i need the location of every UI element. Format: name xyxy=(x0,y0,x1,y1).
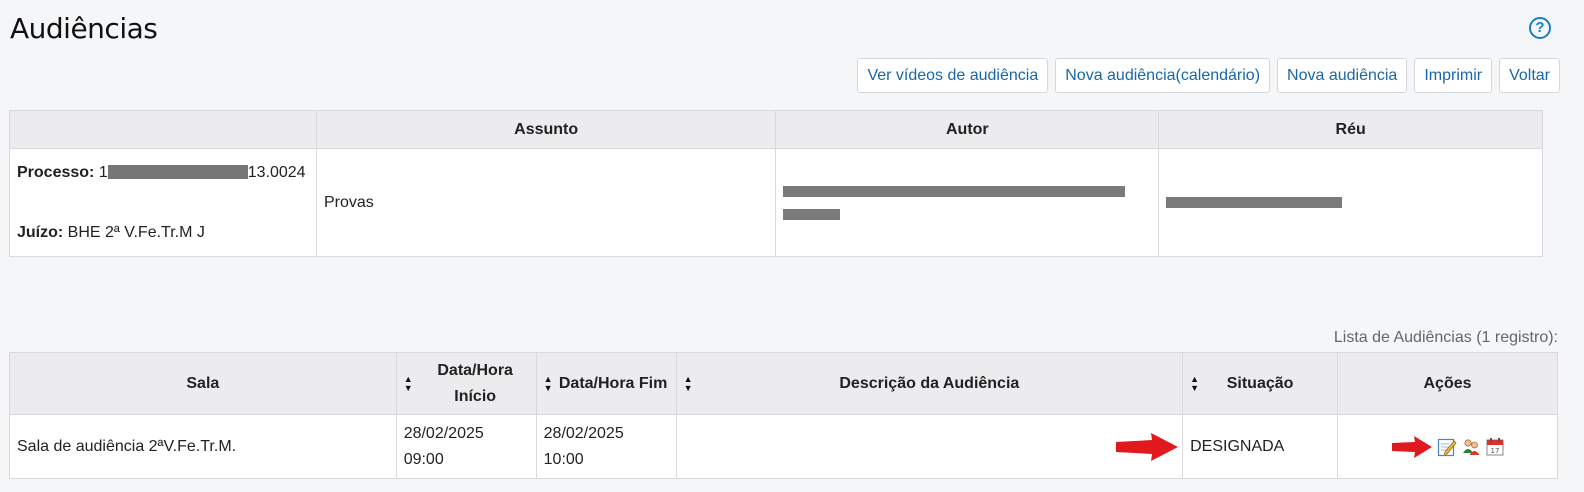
processo-label: Processo: xyxy=(17,163,95,181)
situacao-header-label: Situação xyxy=(1226,374,1294,392)
process-table: Assunto Autor Réu Processo: 1 13.0024 Juí… xyxy=(9,110,1543,257)
list-caption: Lista de Audiências (1 registro): xyxy=(1333,329,1558,346)
descricao-header[interactable]: ▲ ▼ Descrição da Audiência xyxy=(675,352,1184,415)
situacao-value: DESIGNADA xyxy=(1182,414,1339,479)
processo-suffix: 13.0024 xyxy=(247,163,306,181)
processo-prefix: 1 xyxy=(98,163,108,181)
edit-icon[interactable] xyxy=(1437,437,1457,457)
redacted-autor-line1 xyxy=(783,185,1126,197)
sala-value: Sala de audiência 2ªV.Fe.Tr.M. xyxy=(9,414,397,479)
process-header-blank xyxy=(9,110,317,149)
acoes-header: Ações xyxy=(1337,352,1558,415)
nova-audiencia-button[interactable]: Nova audiência xyxy=(1277,58,1408,93)
autor-header: Autor xyxy=(775,110,1160,149)
situacao-header[interactable]: ▲ ▼ Situação xyxy=(1182,352,1339,415)
inicio-time: 09:00 xyxy=(403,450,444,468)
fim-header[interactable]: ▲ ▼ Data/Hora Fim xyxy=(535,352,677,415)
audiencias-table: Sala ▲ ▼ Data/Hora Início ▲ ▼ Data/Hora Fi… xyxy=(9,352,1558,479)
descricao-header-label: Descrição da Audiência xyxy=(839,374,1020,392)
red-arrow-icon xyxy=(1391,435,1432,458)
fim-value: 28/02/2025 10:00 xyxy=(535,414,677,479)
fim-header-label: Data/Hora Fim xyxy=(558,374,668,392)
red-arrow-icon xyxy=(1116,432,1179,461)
process-info-cell: Processo: 1 13.0024 Juízo: BHE 2ª V.Fe.Tr… xyxy=(9,148,317,257)
table-row: Sala de audiência 2ªV.Fe.Tr.M. 28/02/202… xyxy=(9,414,1558,479)
inicio-value: 28/02/2025 09:00 xyxy=(395,414,537,479)
imprimir-button[interactable]: Imprimir xyxy=(1414,58,1493,93)
inicio-date: 28/02/2025 xyxy=(403,424,484,442)
calendar-icon[interactable]: 17 xyxy=(1485,437,1505,457)
descricao-value xyxy=(675,414,1184,479)
acoes-cell: 17 xyxy=(1337,414,1558,479)
juizo-label: Juízo: xyxy=(17,223,64,241)
svg-text:17: 17 xyxy=(1490,447,1499,455)
inicio-header-label: Data/Hora Início xyxy=(437,361,513,405)
toolbar: Ver vídeos de audiência Nova audiência(c… xyxy=(857,58,1560,93)
redacted-processo xyxy=(107,165,248,180)
voltar-button[interactable]: Voltar xyxy=(1499,58,1560,93)
juizo-value: BHE 2ª V.Fe.Tr.M J xyxy=(67,223,205,241)
reu-cell xyxy=(1158,148,1543,257)
redacted-reu xyxy=(1166,197,1343,208)
redacted-autor-line2 xyxy=(783,208,841,220)
reu-header: Réu xyxy=(1158,110,1543,149)
participants-icon[interactable] xyxy=(1461,437,1481,457)
sort-icon[interactable]: ▲ ▼ xyxy=(1190,374,1199,393)
sala-header[interactable]: Sala xyxy=(9,352,397,415)
sort-icon[interactable]: ▲ ▼ xyxy=(404,374,413,393)
fim-date: 28/02/2025 xyxy=(543,424,624,442)
assunto-value: Provas xyxy=(315,148,777,257)
assunto-header: Assunto xyxy=(315,110,777,149)
sort-icon[interactable]: ▲ ▼ xyxy=(684,374,693,393)
page-title: Audiências xyxy=(10,12,158,45)
ver-videos-button[interactable]: Ver vídeos de audiência xyxy=(857,58,1049,93)
inicio-header[interactable]: ▲ ▼ Data/Hora Início xyxy=(395,352,537,415)
help-icon[interactable]: ? xyxy=(1529,17,1551,39)
sort-icon[interactable]: ▲ ▼ xyxy=(544,374,553,393)
nova-audiencia-calendario-button[interactable]: Nova audiência(calendário) xyxy=(1055,58,1271,93)
autor-cell xyxy=(775,148,1160,257)
fim-time: 10:00 xyxy=(543,450,584,468)
